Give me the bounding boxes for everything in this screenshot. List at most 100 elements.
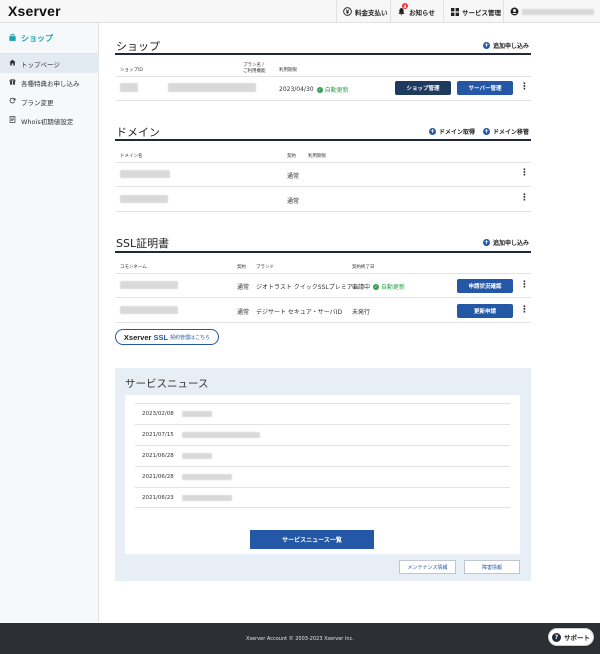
footer: Xserver Account © 2003-2023 Xserver Inc. xyxy=(0,623,600,654)
shop-col-period: 利用期限 xyxy=(279,68,297,73)
plus-circle-icon: + xyxy=(483,41,490,49)
shop-row-more-icon[interactable]: ⋮ xyxy=(520,83,529,92)
news-title-redacted xyxy=(182,474,232,480)
news-date: 2021/06/28 xyxy=(142,474,174,480)
ssl-add-label: 追加申し込み xyxy=(493,240,530,247)
domain-row-2-more-icon[interactable]: ⋮ xyxy=(520,194,529,203)
ssl-row-1-status-label: 申請中 xyxy=(352,284,371,291)
news-title-redacted xyxy=(182,453,212,459)
domain-header-divider xyxy=(115,162,531,163)
service-news-all-button[interactable]: サービスニュース一覧 xyxy=(250,530,374,549)
payment-label: 料金支払い xyxy=(355,8,388,17)
server-manage-button[interactable]: サーバー管理 xyxy=(457,81,513,95)
ssl-row-1-contract: 通常 xyxy=(237,284,250,291)
sidebar-title-label: ショップ xyxy=(21,34,53,43)
domain-col-period: 利用期限 xyxy=(308,154,326,159)
sidebar-item-label: プラン変更 xyxy=(21,98,54,107)
sidebar-item-top-page[interactable]: トップページ xyxy=(0,54,99,73)
service-news-title: サービスニュース xyxy=(125,378,209,390)
ssl-renew-button[interactable]: 更新申請 xyxy=(457,304,513,318)
shop-auto-renew-label: 自動更新 xyxy=(324,87,349,94)
sidebar-item-label: トップページ xyxy=(21,60,60,69)
shop-header-divider xyxy=(115,76,531,77)
notice-label: お知らせ xyxy=(409,8,435,17)
check-circle-icon: ✓ xyxy=(373,283,380,290)
xserver-ssl-sub: 契約管理はこちら xyxy=(170,334,211,341)
news-title-redacted xyxy=(182,432,260,438)
shop-bag-icon xyxy=(8,33,17,44)
sidebar: ショップ トップページ 各種特典お申し込み プラン変更 Whois初期値設定 xyxy=(0,23,99,623)
ssl-section-title: SSL証明書 xyxy=(116,237,170,250)
news-date: 2021/07/15 xyxy=(142,432,174,438)
notice-badge: 4 xyxy=(402,3,408,9)
domain-row-1-more-icon[interactable]: ⋮ xyxy=(520,169,529,178)
footer-copyright: Xserver Account © 2003-2023 Xserver Inc. xyxy=(246,635,354,642)
ssl-col-common-name: コモンネーム xyxy=(120,265,147,270)
news-item[interactable]: 2021/07/15 xyxy=(135,424,510,445)
shop-row-divider xyxy=(115,100,531,101)
account-menu[interactable] xyxy=(503,0,600,23)
ssl-status-check-button[interactable]: 申請状況確認 xyxy=(457,279,513,293)
news-date: 2021/06/28 xyxy=(142,453,174,459)
sidebar-item-plan-change[interactable]: プラン変更 xyxy=(0,92,99,111)
domain-name-redacted xyxy=(120,195,168,203)
news-item[interactable]: 2021/06/28 xyxy=(135,445,510,466)
ssl-col-expiry: 契約終了日 xyxy=(352,265,375,270)
home-icon xyxy=(9,59,16,68)
news-item[interactable]: 2021/06/28 xyxy=(135,466,510,487)
ssl-col-contract: 契約 xyxy=(237,265,246,270)
plus-circle-icon: + xyxy=(429,127,436,135)
gift-icon xyxy=(9,78,16,87)
domain-acquire-link[interactable]: + ドメイン取得 xyxy=(429,127,475,136)
domain-transfer-link[interactable]: + ドメイン移管 xyxy=(483,127,529,136)
xserver-ssl-contract-link[interactable]: Xserver SSL 契約管理はこちら xyxy=(115,329,219,345)
sidebar-title: ショップ xyxy=(8,33,53,44)
domain-row-divider xyxy=(115,211,531,212)
xserver-ssl-brand-ssl: SSL xyxy=(153,332,169,342)
plus-circle-icon: + xyxy=(483,127,490,135)
sidebar-item-label: 各種特典お申し込み xyxy=(21,79,80,88)
shop-manage-button[interactable]: ショップ管理 xyxy=(395,81,451,95)
ssl-add-link[interactable]: + 追加申し込み xyxy=(483,238,529,247)
maintenance-info-button[interactable]: メンテナンス情報 xyxy=(399,560,456,574)
news-title-redacted xyxy=(182,494,232,501)
ssl-auto-renew: ✓ 自動更新 xyxy=(373,282,405,291)
ssl-header-divider xyxy=(115,273,531,274)
shop-add-link[interactable]: + 追加申し込み xyxy=(483,41,529,50)
support-button[interactable]: ? サポート xyxy=(548,628,594,646)
ssl-section-rule xyxy=(115,251,531,253)
ssl-common-name-redacted xyxy=(120,306,178,314)
ssl-row-2-brand: デジサート セキュア・サーバID xyxy=(256,309,343,316)
failure-info-button[interactable]: 障害情報 xyxy=(464,560,520,574)
xserver-logo[interactable]: Xserver xyxy=(8,3,61,19)
shop-col-plan-top: プラン名 / xyxy=(243,63,264,68)
domain-acquire-label: ドメイン取得 xyxy=(439,129,476,136)
news-date: 2021/06/23 xyxy=(142,494,174,501)
shop-section-title: ショップ xyxy=(116,40,160,53)
shop-period-date: 2023/04/30 xyxy=(279,86,314,93)
shop-id-redacted xyxy=(120,83,138,92)
notice-link[interactable]: 4 お知らせ xyxy=(390,0,441,23)
ssl-row-1-more-icon[interactable]: ⋮ xyxy=(520,281,529,290)
payment-link[interactable]: 料金支払い xyxy=(336,0,388,23)
shop-auto-renew: ✓ 自動更新 xyxy=(316,85,349,94)
sidebar-item-whois[interactable]: Whois初期値設定 xyxy=(0,111,99,130)
service-manage-link[interactable]: サービス管理 xyxy=(443,0,501,23)
ssl-row-2-status: 未発行 xyxy=(352,309,371,316)
shop-add-label: 追加申し込み xyxy=(493,43,530,50)
domain-transfer-label: ドメイン移管 xyxy=(493,129,530,136)
user-icon xyxy=(510,7,519,16)
domain-section-rule xyxy=(115,139,531,141)
domain-row-divider xyxy=(115,186,531,187)
support-label: サポート xyxy=(564,634,590,642)
news-item[interactable]: 2023/02/08 xyxy=(135,403,510,424)
shop-col-plan-bottom: ご利用機能 xyxy=(243,69,266,74)
shop-row-period: 2023/04/30 ✓ 自動更新 xyxy=(279,85,349,94)
news-item[interactable]: 2021/06/23 xyxy=(135,487,510,508)
news-title-redacted xyxy=(182,411,212,417)
sidebar-item-label: Whois初期値設定 xyxy=(21,117,74,126)
domain-section-title: ドメイン xyxy=(116,126,160,139)
sidebar-item-benefits[interactable]: 各種特典お申し込み xyxy=(0,73,99,92)
ssl-row-2-more-icon[interactable]: ⋮ xyxy=(520,306,529,315)
ssl-row-2-contract: 通常 xyxy=(237,309,250,316)
